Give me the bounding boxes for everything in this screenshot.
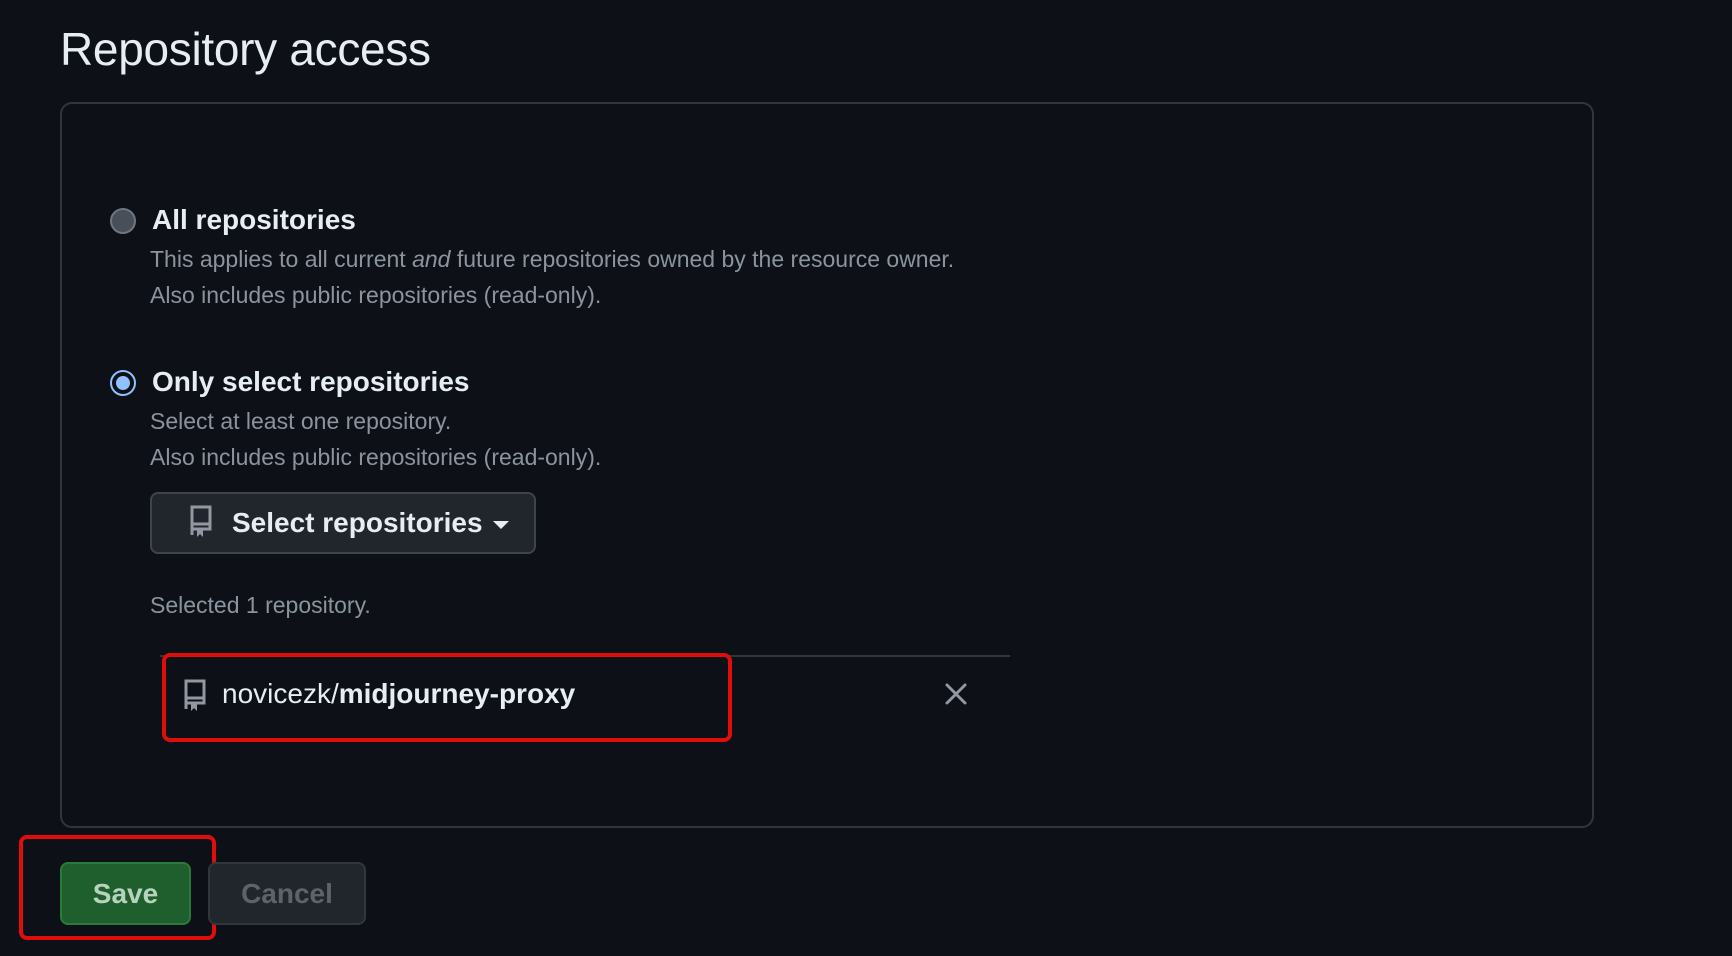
repo-icon <box>182 678 208 717</box>
select-repositories-label: Select repositories <box>232 507 483 538</box>
selected-count-text: Selected 1 repository. <box>150 592 371 618</box>
all-repositories-label[interactable]: All repositories <box>152 204 356 236</box>
save-button[interactable]: Save <box>60 862 191 925</box>
remove-repo-button[interactable] <box>940 678 972 710</box>
section-title: Repository access <box>60 23 431 75</box>
only-select-repositories-radio[interactable] <box>110 370 136 396</box>
selected-repo-name: novicezk/midjourney-proxy <box>222 678 575 710</box>
repo-owner: novicezk/ <box>222 678 339 709</box>
selected-repo-item: novicezk/midjourney-proxy <box>160 658 1010 730</box>
cancel-button[interactable]: Cancel <box>208 862 366 925</box>
select-repositories-button[interactable]: Select repositories <box>150 492 536 554</box>
repo-name: midjourney-proxy <box>338 678 576 709</box>
repo-list-divider <box>160 655 1010 657</box>
close-icon <box>945 683 967 705</box>
repo-icon <box>188 504 214 543</box>
only-select-repositories-desc-line2: Also includes public repositories (read-… <box>150 444 602 470</box>
repository-access-page: Repository access All repositories This … <box>0 0 1732 956</box>
only-select-repositories-label[interactable]: Only select repositories <box>152 366 469 398</box>
only-select-repositories-desc-line1: Select at least one repository. <box>150 408 452 434</box>
all-repositories-radio[interactable] <box>110 208 136 234</box>
all-repositories-desc-line1: This applies to all current and future r… <box>150 246 955 272</box>
caret-down-icon <box>492 520 509 529</box>
all-repositories-desc-line2: Also includes public repositories (read-… <box>150 282 602 308</box>
